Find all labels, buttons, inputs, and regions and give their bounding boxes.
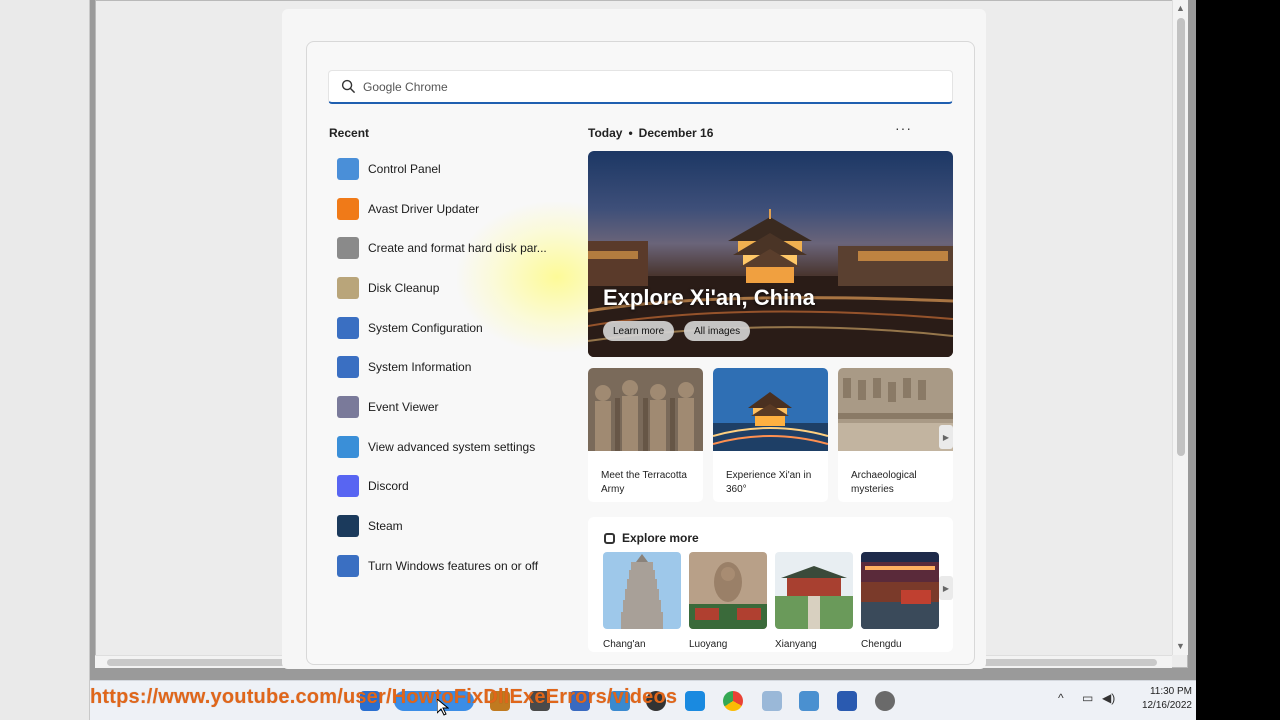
explore-item-label: Xianyang — [775, 639, 817, 650]
luoyang-image — [689, 552, 767, 629]
recent-item[interactable]: Create and format hard disk par... — [329, 228, 589, 268]
search-input[interactable] — [363, 79, 923, 94]
avast-icon — [337, 197, 359, 220]
changan-image — [603, 552, 681, 629]
recent-item[interactable]: Avast Driver Updater — [329, 189, 589, 229]
steam-icon — [337, 515, 359, 538]
clock-date: 12/16/2022 — [1141, 700, 1192, 711]
vertical-scrollbar[interactable]: ▲ ▼ — [1172, 0, 1188, 655]
hero-title: Explore Xi'an, China — [603, 285, 815, 310]
recent-item[interactable]: System Configuration — [329, 308, 589, 348]
explore-more-heading: Explore more — [604, 531, 699, 545]
right-margin — [1196, 0, 1280, 720]
recent-item[interactable]: Control Panel — [329, 149, 589, 189]
recent-item[interactable]: Turn Windows features on or off — [329, 546, 589, 586]
recent-item[interactable]: Steam — [329, 506, 589, 546]
recent-item[interactable]: Event Viewer — [329, 387, 589, 427]
mouse-cursor-icon — [437, 699, 449, 716]
recent-item-label: Disk Cleanup — [368, 280, 440, 295]
scroll-up-icon[interactable]: ▲ — [1176, 3, 1185, 13]
recent-item-label: System Configuration — [368, 320, 483, 335]
settings-gear-icon[interactable] — [875, 691, 895, 711]
windows-features-icon — [337, 554, 359, 577]
left-margin — [0, 0, 90, 720]
show-hidden-icons-chevron-icon[interactable]: ^ — [1058, 691, 1064, 705]
today-label: Today — [588, 126, 623, 140]
recent-item-label: View advanced system settings — [368, 439, 536, 454]
xian-360-image — [713, 368, 828, 451]
explore-more-section: Explore more Chang'an Luoyang Xianyang C… — [588, 517, 953, 652]
recent-list: Control Panel Avast Driver Updater Create … — [329, 149, 589, 586]
video-url-overlay: https://www.youtube.com/user/HowtoFixDll… — [90, 686, 678, 708]
clock-time: 11:30 PM — [1149, 686, 1192, 697]
all-images-button[interactable]: All images — [684, 321, 751, 341]
explore-item-chengdu[interactable]: Chengdu — [861, 552, 939, 650]
recent-item[interactable]: Disk Cleanup — [329, 268, 589, 308]
explore-item-label: Luoyang — [689, 639, 728, 650]
explore-icon — [604, 532, 615, 544]
chrome-icon[interactable] — [723, 691, 743, 711]
card-archaeological-mysteries[interactable]: Archaeological mysteries — [838, 368, 953, 502]
recent-item[interactable]: View advanced system settings — [329, 427, 589, 467]
terracotta-army-image — [588, 368, 703, 451]
learn-more-button[interactable]: Learn more — [603, 321, 675, 341]
network-icon[interactable]: ▭ — [1082, 691, 1093, 705]
cards-next-chevron-icon[interactable]: ▶ — [939, 425, 953, 449]
card-experience-xian[interactable]: Experience Xi'an in 360° — [713, 368, 828, 502]
recent-item[interactable]: System Information — [329, 347, 589, 387]
explore-item-label: Chengdu — [861, 639, 902, 650]
recent-item-label: Event Viewer — [368, 399, 439, 414]
recent-item-label: Turn Windows features on or off — [368, 558, 539, 573]
control-panel-taskbar-icon[interactable] — [799, 691, 819, 711]
scroll-down-icon[interactable]: ▼ — [1176, 641, 1185, 651]
bullet-separator: • — [628, 126, 633, 140]
today-header: Today • December 16 — [588, 126, 713, 140]
explore-item-label: Chang'an — [603, 639, 646, 650]
explore-item-luoyang[interactable]: Luoyang — [689, 552, 767, 650]
recent-heading: Recent — [329, 126, 370, 140]
explore-more-title: Explore more — [622, 531, 699, 545]
system-configuration-icon — [337, 316, 359, 339]
recent-item-label: Discord — [368, 479, 409, 494]
disk-management-icon — [337, 237, 359, 260]
recent-item-label: Create and format hard disk par... — [368, 241, 547, 256]
disk-cleanup-icon — [337, 276, 359, 299]
recent-item-label: Control Panel — [368, 161, 441, 176]
system-info-taskbar-icon[interactable] — [837, 691, 857, 711]
system-information-icon — [337, 356, 359, 379]
search-icon — [341, 79, 356, 94]
card-caption: Archaeological mysteries — [851, 470, 917, 495]
recent-item-label: System Information — [368, 360, 472, 375]
recent-item-label: Steam — [368, 519, 403, 534]
recent-item-label: Avast Driver Updater — [368, 201, 480, 216]
search-box[interactable] — [328, 70, 953, 104]
system-settings-icon — [337, 435, 359, 458]
explore-item-xianyang[interactable]: Xianyang — [775, 552, 853, 650]
chengdu-image — [861, 552, 939, 629]
card-caption: Meet the Terracotta Army — [601, 470, 687, 495]
today-date: December 16 — [638, 126, 714, 140]
volume-icon[interactable]: ◀) — [1102, 691, 1115, 705]
recent-item[interactable]: Discord — [329, 467, 589, 507]
xianyang-image — [775, 552, 853, 629]
explore-item-changan[interactable]: Chang'an — [603, 552, 681, 650]
taskbar-clock[interactable]: 11:30 PM 12/16/2022 — [1130, 685, 1192, 713]
archaeology-image — [838, 368, 953, 451]
control-panel-icon — [337, 157, 359, 180]
more-options-button[interactable]: ··· — [895, 120, 912, 136]
app-icon[interactable] — [685, 691, 705, 711]
photos-icon[interactable] — [762, 691, 782, 711]
event-viewer-icon — [337, 395, 359, 418]
discord-icon — [337, 475, 359, 498]
card-terracotta-army[interactable]: Meet the Terracotta Army — [588, 368, 703, 502]
explore-next-chevron-icon[interactable]: ▶ — [939, 576, 953, 600]
scrollbar-thumb[interactable] — [1177, 18, 1185, 456]
hero-card-xian[interactable]: Explore Xi'an, China Learn more All imag… — [588, 151, 953, 357]
card-caption: Experience Xi'an in 360° — [726, 470, 812, 495]
start-menu-search-panel: Recent Control Panel Avast Driver Updater… — [306, 41, 975, 665]
